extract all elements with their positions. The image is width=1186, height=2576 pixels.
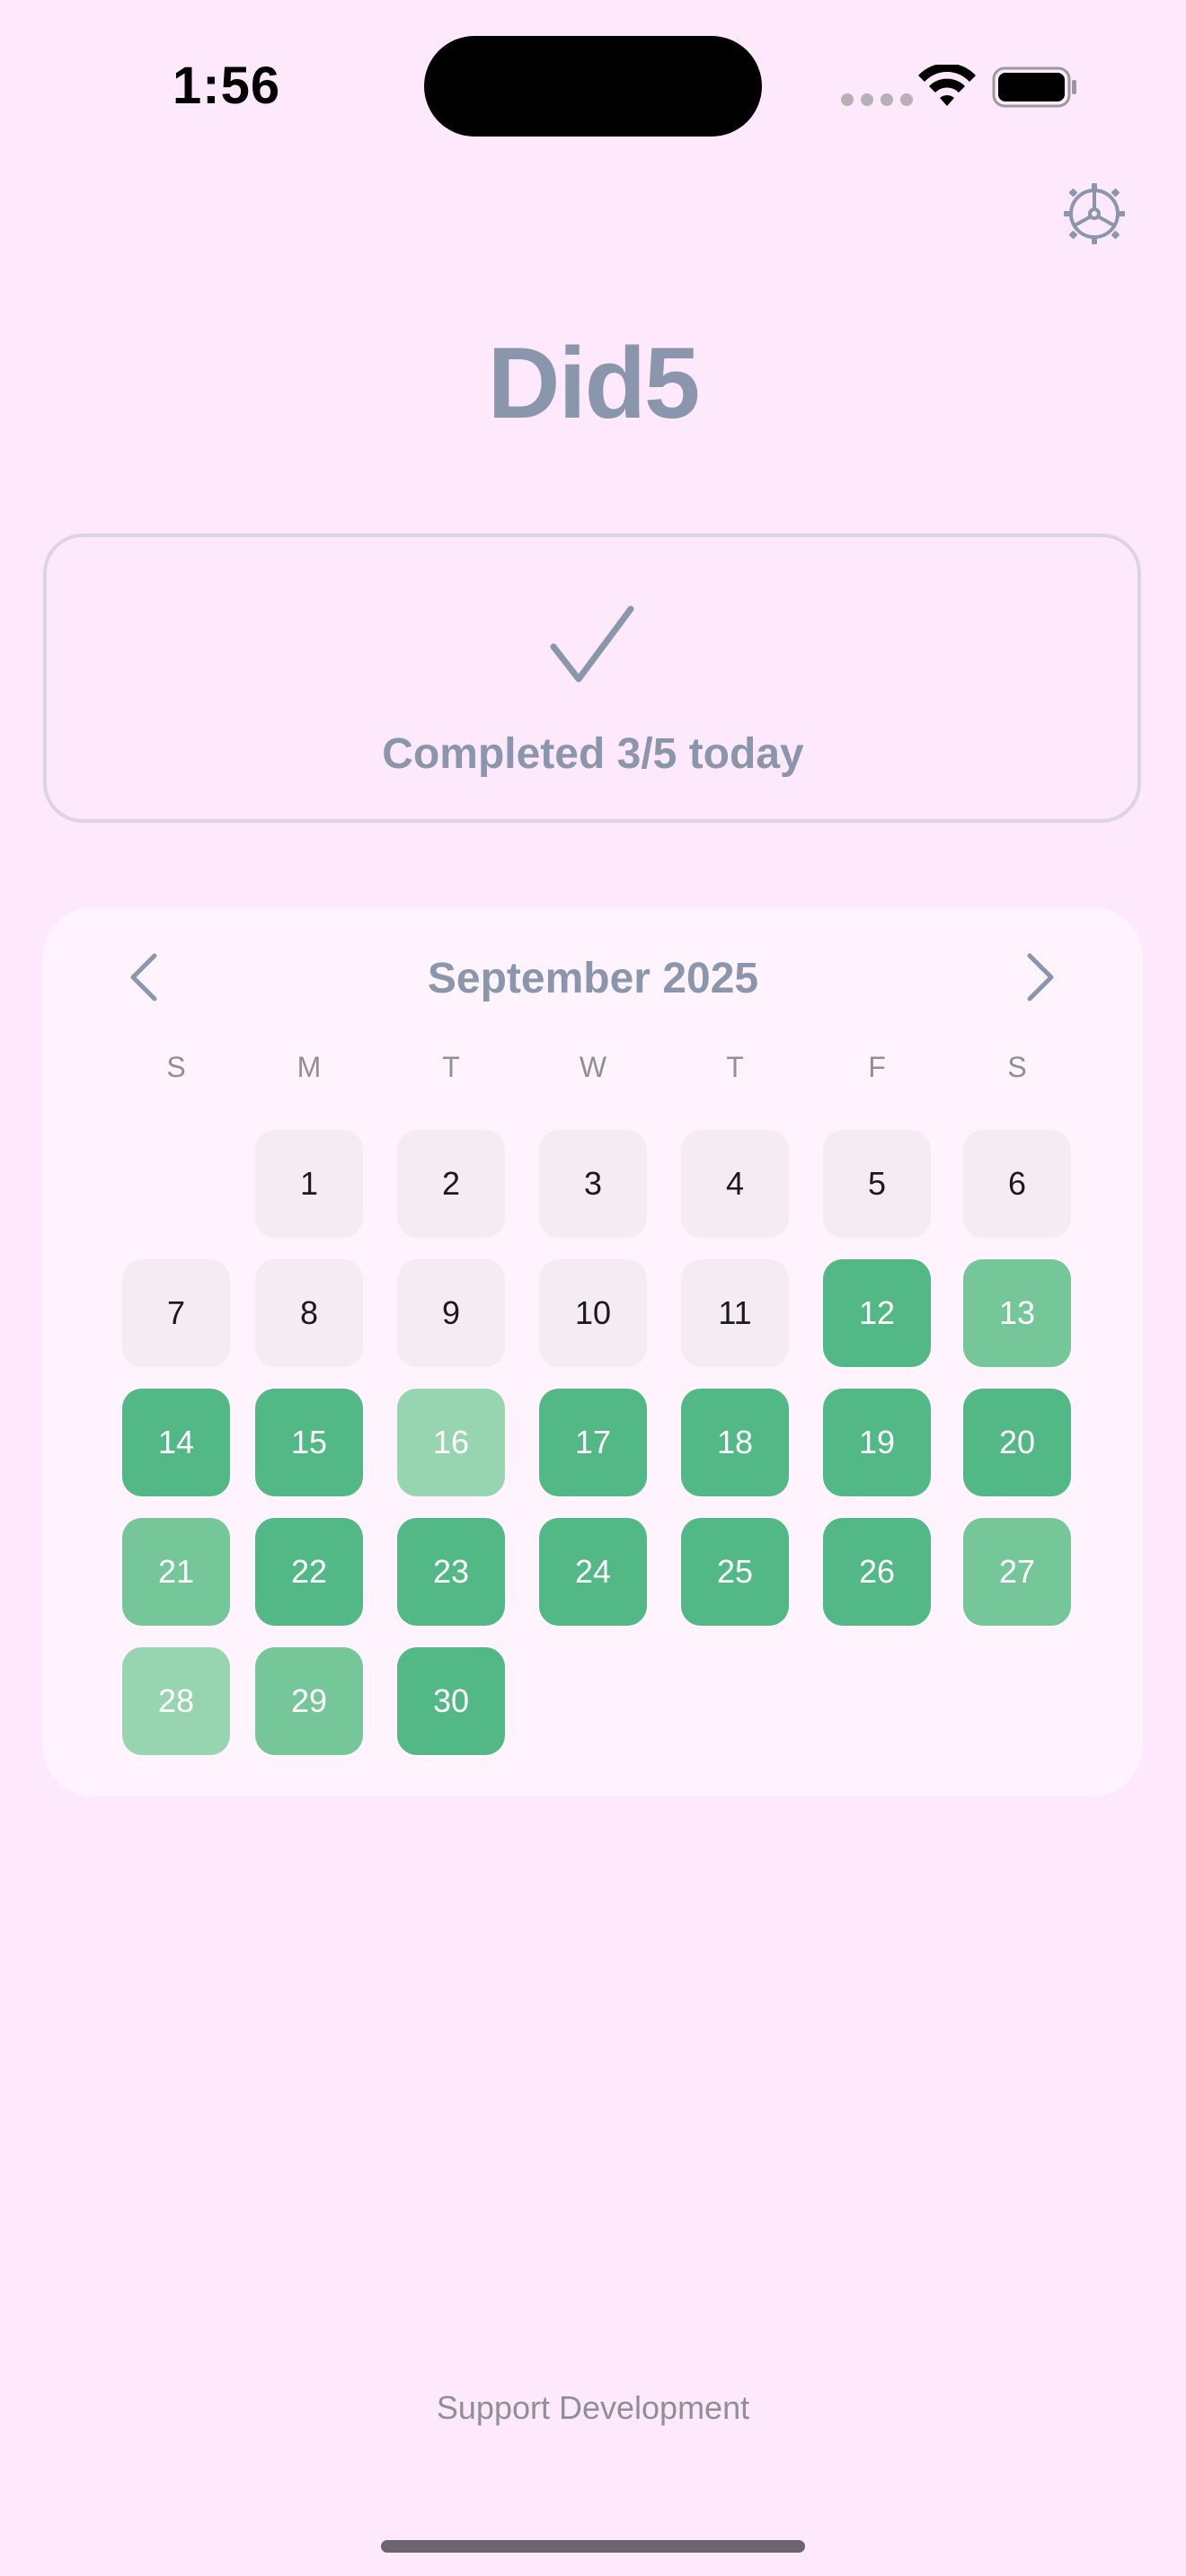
calendar-day-cell[interactable]: 16 bbox=[397, 1389, 505, 1496]
calendar-day-cell[interactable]: 5 bbox=[823, 1130, 931, 1238]
weekday-label: F bbox=[868, 1051, 886, 1083]
calendar-day-cell[interactable]: 6 bbox=[963, 1130, 1071, 1238]
calendar-day-cell[interactable]: 30 bbox=[397, 1647, 505, 1755]
calendar-day-cell[interactable]: 8 bbox=[255, 1259, 363, 1367]
calendar-day-cell[interactable]: 12 bbox=[823, 1259, 931, 1367]
calendar-day-cell[interactable]: 28 bbox=[122, 1647, 230, 1755]
weekday-label: M bbox=[296, 1051, 322, 1083]
calendar-day-cell[interactable]: 3 bbox=[539, 1130, 647, 1238]
completed-status-text: Completed 3/5 today bbox=[382, 730, 804, 778]
weekday-label: T bbox=[726, 1051, 744, 1083]
checkmark-icon bbox=[550, 605, 634, 683]
month-label: September 2025 bbox=[427, 955, 759, 1002]
calendar-day-cell[interactable]: 10 bbox=[539, 1259, 647, 1367]
calendar-day-cell[interactable]: 24 bbox=[539, 1518, 647, 1626]
weekday-label: S bbox=[166, 1051, 186, 1083]
settings-gear-icon[interactable] bbox=[1060, 180, 1128, 248]
home-indicator[interactable] bbox=[381, 2540, 805, 2553]
calendar-day-cell[interactable]: 14 bbox=[122, 1389, 230, 1496]
battery-icon bbox=[992, 66, 1076, 108]
calendar-day-cell[interactable]: 15 bbox=[255, 1389, 363, 1496]
calendar-day-cell[interactable]: 19 bbox=[823, 1389, 931, 1496]
wifi-icon bbox=[918, 65, 976, 106]
weekday-label: S bbox=[1007, 1051, 1027, 1083]
calendar-day-cell[interactable]: 29 bbox=[255, 1647, 363, 1755]
calendar-day-cell[interactable]: 9 bbox=[397, 1259, 505, 1367]
calendar-day-cell[interactable]: 7 bbox=[122, 1259, 230, 1367]
weekday-label: W bbox=[579, 1051, 607, 1083]
calendar-day-cell[interactable]: 21 bbox=[122, 1518, 230, 1626]
calendar-day-cell[interactable]: 20 bbox=[963, 1389, 1071, 1496]
calendar-day-cell[interactable]: 23 bbox=[397, 1518, 505, 1626]
status-bar-time: 1:56 bbox=[173, 57, 281, 115]
cellular-signal-icon bbox=[841, 93, 913, 106]
next-month-chevron-right-icon[interactable] bbox=[1012, 952, 1066, 1002]
calendar-day-cell[interactable]: 26 bbox=[823, 1518, 931, 1626]
calendar-day-cell[interactable]: 17 bbox=[539, 1389, 647, 1496]
app-title: Did5 bbox=[487, 327, 701, 439]
calendar-day-cell[interactable]: 11 bbox=[681, 1259, 789, 1367]
calendar-day-cell[interactable]: 4 bbox=[681, 1130, 789, 1238]
weekday-label: T bbox=[442, 1051, 460, 1083]
calendar-day-cell[interactable]: 25 bbox=[681, 1518, 789, 1626]
calendar-day-cell[interactable]: 1 bbox=[255, 1130, 363, 1238]
calendar-day-cell[interactable]: 18 bbox=[681, 1389, 789, 1496]
calendar-day-cell[interactable]: 13 bbox=[963, 1259, 1071, 1367]
calendar-day-cell[interactable]: 2 bbox=[397, 1130, 505, 1238]
dynamic-island bbox=[424, 36, 762, 137]
calendar-day-cell[interactable]: 22 bbox=[255, 1518, 363, 1626]
calendar-day-cell[interactable]: 27 bbox=[963, 1518, 1071, 1626]
support-development-link[interactable]: Support Development bbox=[0, 2389, 1186, 2427]
